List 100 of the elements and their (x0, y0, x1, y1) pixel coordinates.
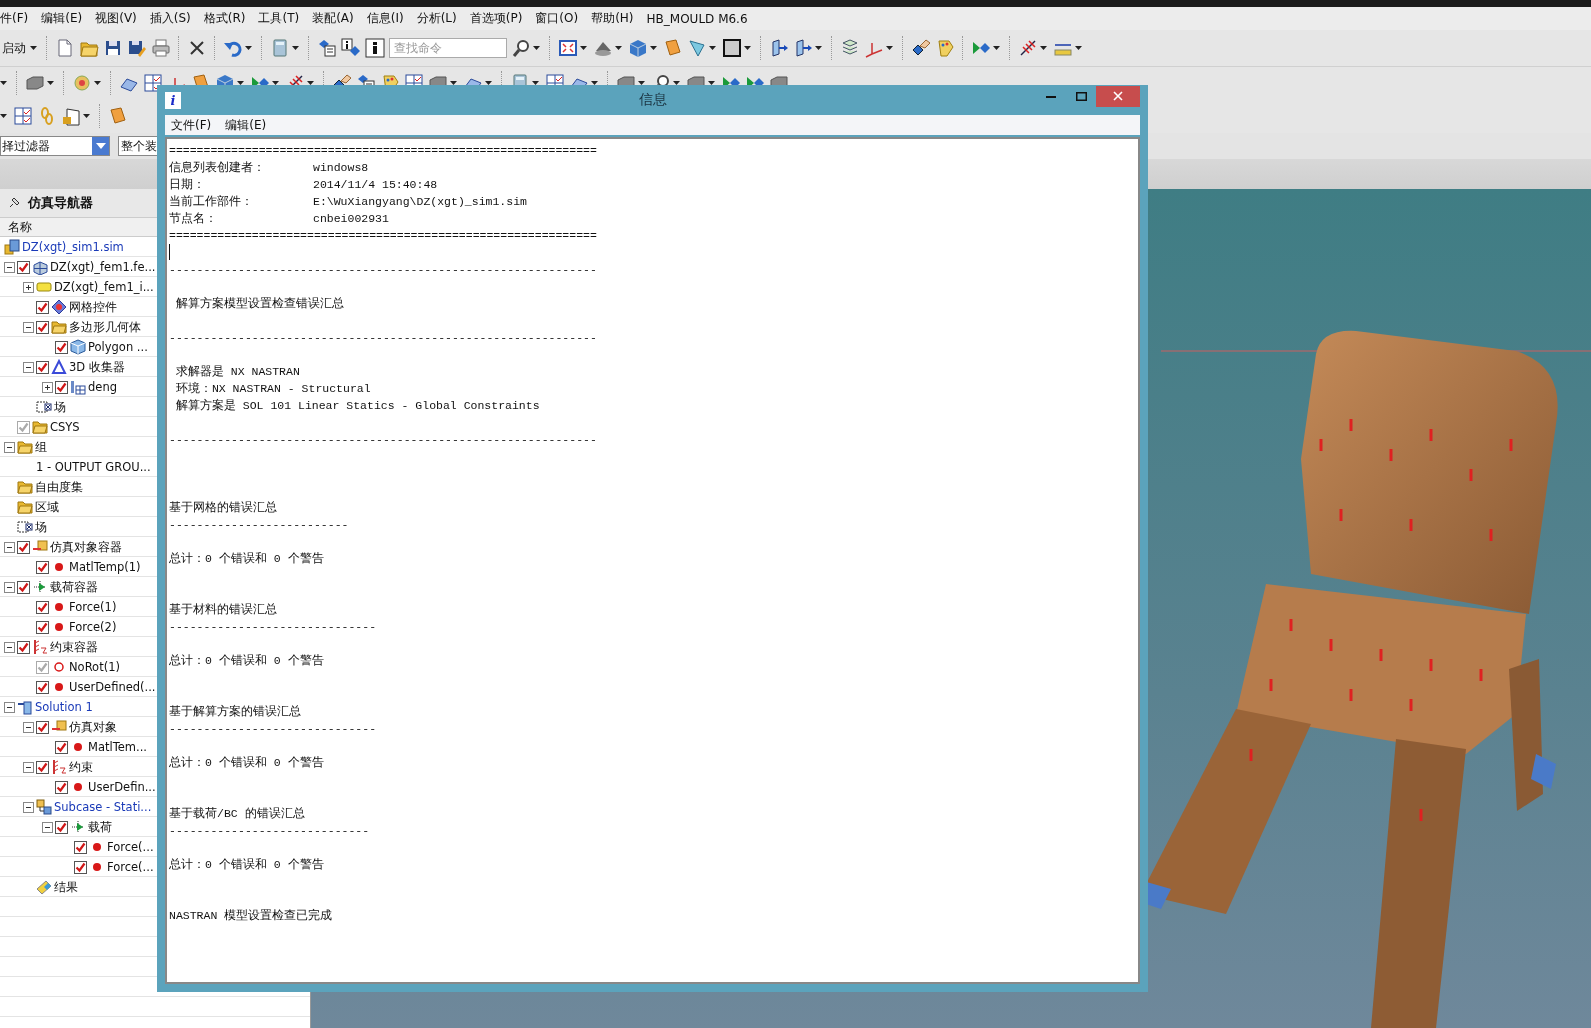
block-arrow-icon[interactable] (793, 38, 813, 58)
tree-item[interactable]: 载荷容器 (50, 579, 98, 595)
tree-item[interactable]: Force(... (107, 860, 154, 874)
dropdown-caret-icon[interactable] (47, 81, 54, 85)
tree-item[interactable]: 组 (35, 439, 47, 455)
dropdown-caret-icon[interactable] (1040, 46, 1047, 50)
tree-item[interactable]: 约束 (69, 759, 93, 775)
tree-item[interactable]: 1 - OUTPUT GROU... (36, 460, 151, 474)
tree-item[interactable]: Subcase - Stati... (54, 800, 152, 814)
collapse-toggle[interactable] (4, 641, 15, 653)
checklist-grid-icon[interactable] (143, 73, 163, 93)
tree-item[interactable]: DZ(xgt)_fem1_i... (54, 280, 154, 294)
dropdown-caret-icon[interactable] (83, 114, 90, 118)
checkbox[interactable] (36, 300, 49, 314)
collapse-toggle[interactable] (23, 761, 34, 773)
collapse-toggle[interactable] (23, 721, 34, 733)
tree-item[interactable]: 仿真对象 (69, 719, 117, 735)
tree-item[interactable]: 区域 (35, 499, 59, 515)
dropdown-caret-icon[interactable] (30, 46, 37, 50)
menu-item[interactable]: 编辑(E) (41, 10, 83, 27)
checkbox[interactable] (36, 680, 49, 694)
checklist-grid-icon[interactable] (13, 106, 33, 126)
floppy-pencil-icon[interactable] (127, 38, 147, 58)
checkbox[interactable] (36, 720, 49, 734)
tree-item[interactable]: DZ(xgt)_fem1.fe... (50, 260, 156, 274)
start-menu[interactable]: 启动 (2, 39, 26, 57)
dropdown-caret-icon[interactable] (533, 46, 540, 50)
hatched-line-icon[interactable] (1018, 38, 1038, 58)
menu-item[interactable]: 帮助(H) (591, 10, 634, 27)
checkbox[interactable] (55, 740, 68, 754)
menu-item[interactable]: 件(F) (0, 10, 29, 27)
checkbox[interactable] (36, 560, 49, 574)
collapse-toggle[interactable] (4, 541, 15, 553)
checkbox[interactable] (55, 380, 68, 394)
collapse-toggle[interactable] (42, 821, 53, 833)
collapse-toggle[interactable] (4, 701, 15, 713)
collapse-toggle[interactable] (23, 321, 34, 333)
sheet-icon[interactable] (108, 106, 128, 126)
tree-item[interactable]: 多边形几何体 (69, 319, 141, 335)
checkbox[interactable] (17, 580, 30, 594)
checkbox[interactable] (17, 260, 30, 274)
dropdown-caret-icon[interactable] (580, 46, 587, 50)
dropdown-caret-icon[interactable] (245, 46, 252, 50)
checkbox[interactable] (55, 780, 68, 794)
dropdown-caret-icon[interactable] (1075, 46, 1082, 50)
tree-item[interactable]: Force(... (107, 840, 154, 854)
checkbox[interactable] (36, 360, 49, 374)
menu-item[interactable]: 分析(L) (416, 10, 457, 27)
menu-item[interactable]: 视图(V) (95, 10, 137, 27)
checkbox[interactable] (74, 840, 87, 854)
maximize-icon[interactable] (1075, 91, 1087, 101)
dropdown-caret-icon[interactable] (0, 81, 7, 85)
block-arrow-icon[interactable] (769, 38, 789, 58)
triangle-sheet-icon[interactable] (687, 38, 707, 58)
close-button[interactable] (1096, 85, 1140, 107)
menu-item[interactable]: 插入(S) (149, 10, 191, 27)
checkbox[interactable] (17, 640, 30, 654)
tree-item[interactable]: MatlTem... (88, 740, 147, 754)
tree-item[interactable]: 3D 收集器 (69, 359, 125, 375)
cube-icon[interactable] (628, 38, 648, 58)
dropdown-caret-icon[interactable] (0, 114, 7, 118)
dropdown-caret-icon[interactable] (744, 46, 751, 50)
tree-item[interactable]: UserDefined(... (69, 680, 156, 694)
search-field[interactable]: 查找命令 (389, 38, 507, 58)
tree-item[interactable]: 场 (54, 399, 66, 415)
menu-item[interactable]: 装配(A) (312, 10, 354, 27)
selection-filter-dropdown[interactable]: 择过滤器 (0, 136, 110, 156)
collapse-toggle[interactable] (23, 801, 34, 813)
checkbox[interactable] (17, 540, 30, 554)
checkbox[interactable] (55, 340, 68, 354)
checkbox[interactable] (36, 320, 49, 334)
sheet-icon[interactable] (663, 38, 683, 58)
tree-item[interactable]: UserDefin... (88, 780, 156, 794)
info-icon[interactable] (365, 38, 385, 58)
dropdown-caret-icon[interactable] (993, 46, 1000, 50)
pin-icon[interactable] (8, 197, 20, 209)
collapse-toggle[interactable] (4, 441, 15, 453)
tree-item[interactable]: Solution 1 (35, 700, 93, 714)
collapse-toggle[interactable] (4, 261, 15, 273)
checkbox[interactable] (74, 860, 87, 874)
tree-item[interactable]: Polygon ... (88, 340, 148, 354)
dropdown-caret-icon[interactable] (650, 46, 657, 50)
block-icon[interactable] (25, 73, 45, 93)
tree-item[interactable]: 载荷 (88, 819, 112, 835)
tree-item[interactable]: 约束容器 (50, 639, 98, 655)
printer-icon[interactable] (151, 38, 171, 58)
collapse-toggle[interactable] (23, 361, 34, 373)
tree-item[interactable]: MatlTemp(1) (69, 560, 141, 574)
fit-view-icon[interactable] (558, 38, 578, 58)
hand-diamond-icon[interactable] (911, 38, 931, 58)
menu-item[interactable]: 窗口(O) (535, 10, 579, 27)
expand-toggle[interactable] (42, 381, 53, 393)
dropdown-arrow-icon[interactable] (96, 143, 106, 149)
menu-item[interactable]: 首选项(P) (469, 10, 523, 27)
tree-item[interactable]: 结果 (54, 879, 78, 895)
tree-item[interactable]: 场 (35, 519, 47, 535)
tree-item[interactable]: deng (88, 380, 117, 394)
menu-item[interactable]: 文件(F) (171, 116, 212, 134)
dropdown-caret-icon[interactable] (615, 46, 622, 50)
menu-item[interactable]: 信息(I) (366, 10, 404, 27)
